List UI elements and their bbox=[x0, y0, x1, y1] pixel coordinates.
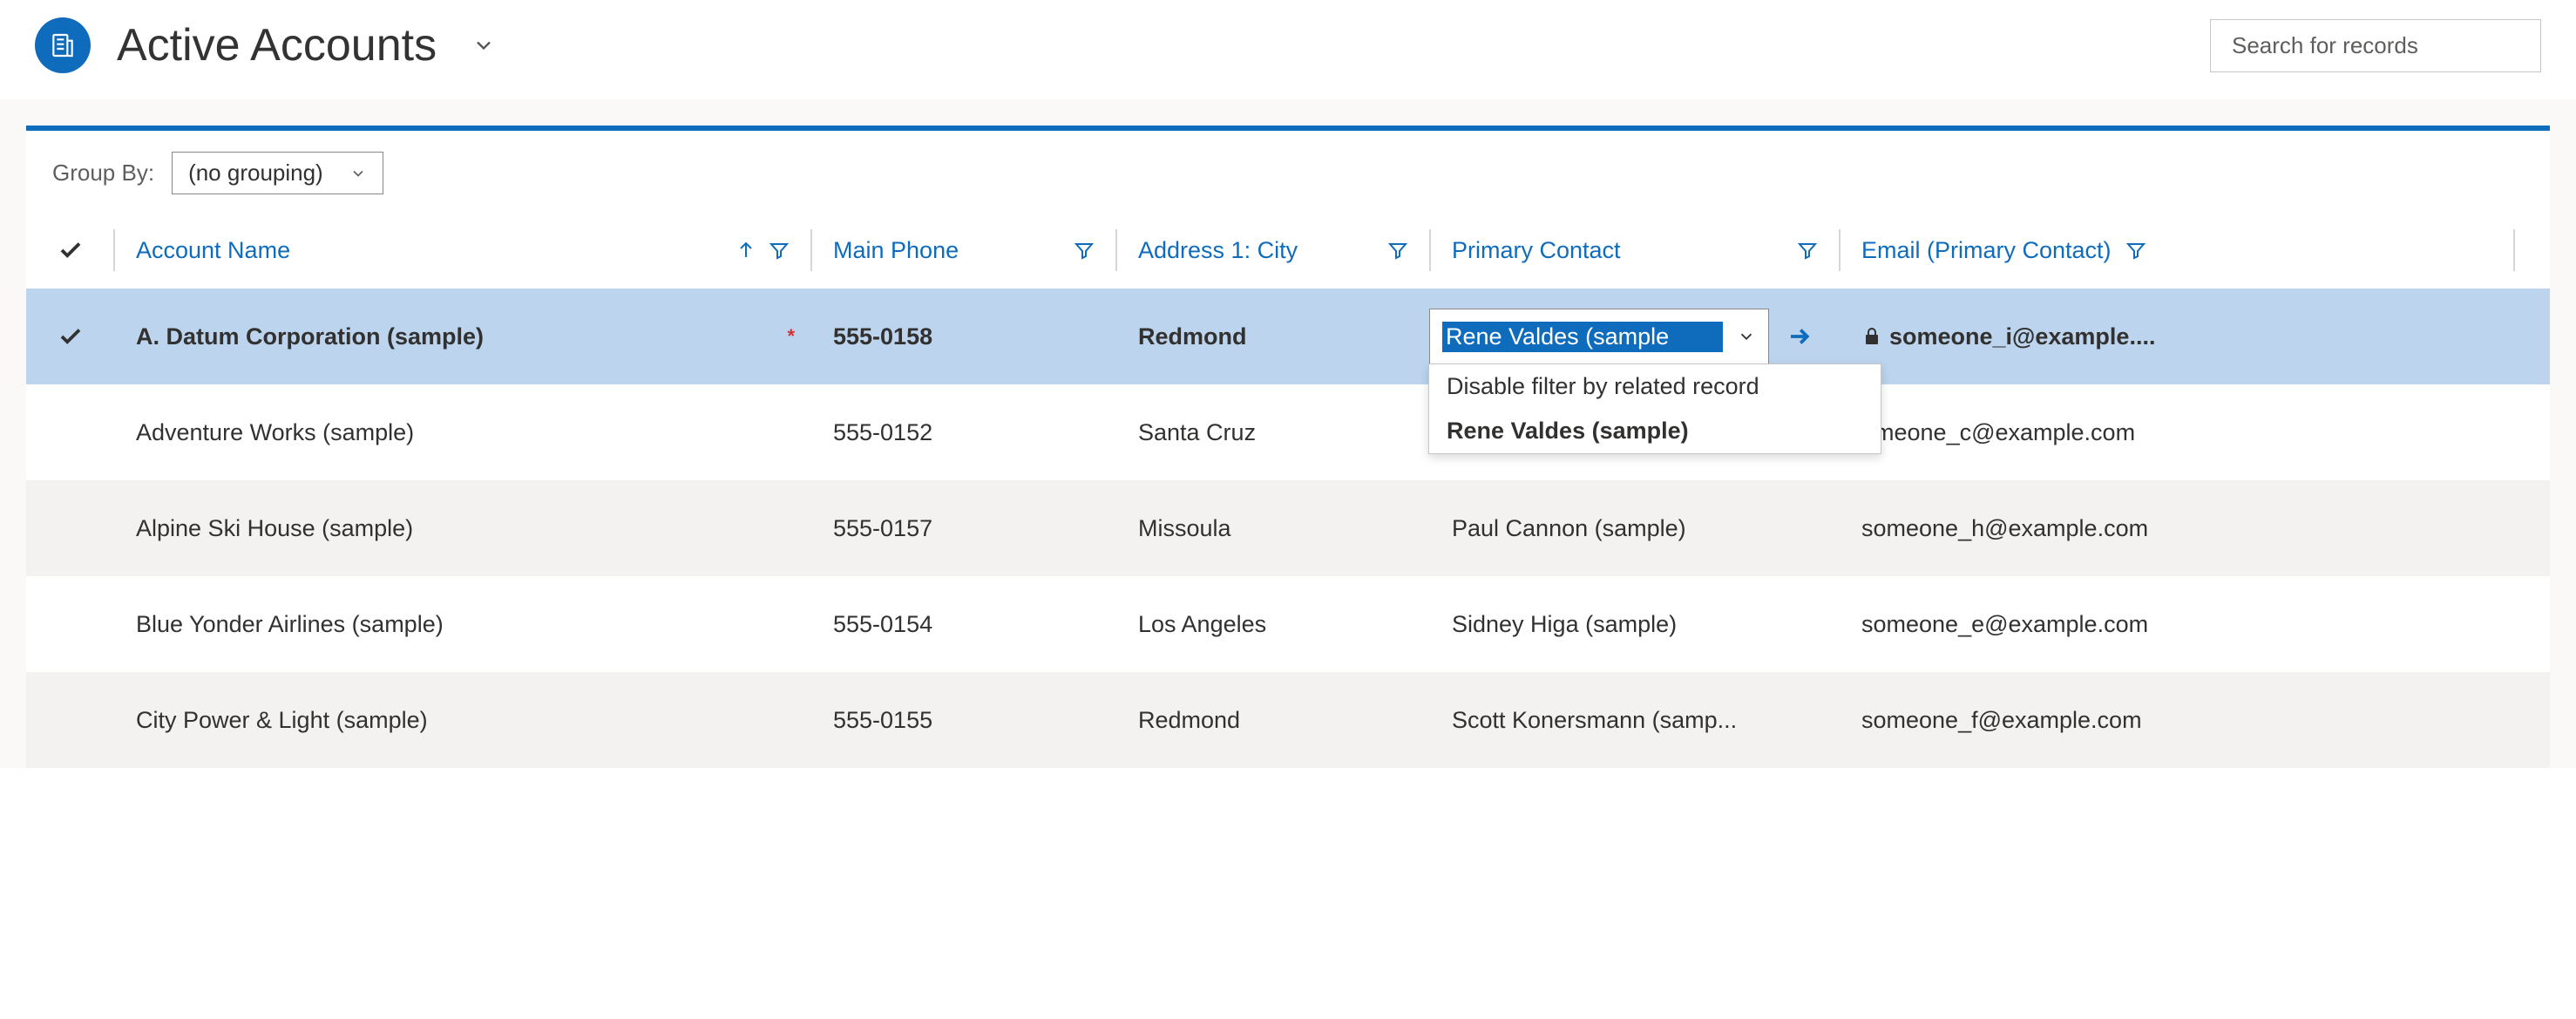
row-check-icon[interactable] bbox=[58, 323, 84, 350]
cell-phone: 555-0152 bbox=[833, 419, 932, 446]
column-header-email[interactable]: Email (Primary Contact) bbox=[1861, 237, 2112, 264]
search-input[interactable] bbox=[2210, 19, 2541, 72]
cell-name: A. Datum Corporation (sample) bbox=[136, 323, 484, 350]
filter-icon[interactable] bbox=[2125, 240, 2146, 261]
cell-contact: Sidney Higa (sample) bbox=[1452, 611, 1677, 638]
arrow-right-icon[interactable] bbox=[1786, 323, 1813, 350]
column-header-city[interactable]: Address 1: City bbox=[1138, 237, 1298, 264]
column-separator bbox=[113, 229, 115, 271]
table-row[interactable]: City Power & Light (sample) 555-0155 Red… bbox=[26, 672, 2550, 768]
sort-asc-icon[interactable] bbox=[736, 240, 756, 261]
lock-icon bbox=[1861, 326, 1882, 347]
cell-email: someone_i@example.... bbox=[1889, 323, 2155, 350]
group-by-value: (no grouping) bbox=[188, 160, 323, 187]
column-header-name[interactable]: Account Name bbox=[136, 237, 290, 264]
cell-email: omeone_c@example.com bbox=[1861, 419, 2135, 446]
entity-icon bbox=[35, 17, 91, 73]
cell-name: Blue Yonder Airlines (sample) bbox=[136, 611, 444, 638]
filter-icon[interactable] bbox=[769, 240, 790, 261]
cell-name: Alpine Ski House (sample) bbox=[136, 515, 413, 542]
cell-city: Redmond bbox=[1138, 323, 1247, 350]
grid-header-row: Account Name Main Phone Address 1: City bbox=[26, 221, 2550, 289]
page-title: Active Accounts bbox=[117, 19, 437, 71]
dropdown-disable-filter[interactable]: Disable filter by related record bbox=[1429, 364, 1881, 409]
chevron-down-icon[interactable] bbox=[1737, 327, 1756, 346]
group-by-bar: Group By: (no grouping) bbox=[26, 131, 2550, 221]
column-header-contact[interactable]: Primary Contact bbox=[1452, 237, 1621, 264]
required-star-icon: * bbox=[787, 325, 795, 348]
column-separator bbox=[1839, 229, 1840, 271]
cell-city: Los Angeles bbox=[1138, 611, 1266, 638]
column-separator bbox=[810, 229, 812, 271]
cell-email: someone_e@example.com bbox=[1861, 611, 2148, 638]
table-row[interactable]: Blue Yonder Airlines (sample) 555-0154 L… bbox=[26, 576, 2550, 672]
cell-name: Adventure Works (sample) bbox=[136, 419, 414, 446]
view-selector-chevron-icon[interactable] bbox=[471, 33, 496, 58]
cell-phone: 555-0158 bbox=[833, 323, 932, 350]
column-header-phone[interactable]: Main Phone bbox=[833, 237, 959, 264]
column-separator bbox=[1115, 229, 1117, 271]
filter-icon[interactable] bbox=[1074, 240, 1095, 261]
chevron-down-icon bbox=[349, 165, 367, 182]
primary-contact-lookup[interactable]: Rene Valdes (sample Disable filter by re… bbox=[1429, 309, 1769, 364]
lookup-selected-text: Rene Valdes (sample bbox=[1442, 322, 1723, 352]
lookup-dropdown: Disable filter by related record Rene Va… bbox=[1428, 363, 1881, 454]
column-separator bbox=[2513, 229, 2515, 271]
cell-city: Missoula bbox=[1138, 515, 1231, 542]
group-by-select[interactable]: (no grouping) bbox=[172, 152, 383, 194]
table-row[interactable]: Alpine Ski House (sample) 555-0157 Misso… bbox=[26, 480, 2550, 576]
cell-city: Redmond bbox=[1138, 707, 1240, 734]
content-area: Group By: (no grouping) Account Name bbox=[0, 99, 2576, 768]
column-separator bbox=[1429, 229, 1431, 271]
cell-phone: 555-0154 bbox=[833, 611, 932, 638]
cell-email: someone_f@example.com bbox=[1861, 707, 2142, 734]
group-by-label: Group By: bbox=[52, 160, 154, 187]
cell-email: someone_h@example.com bbox=[1861, 515, 2148, 542]
title-group: Active Accounts bbox=[35, 17, 496, 73]
table-row[interactable]: A. Datum Corporation (sample)* 555-0158 … bbox=[26, 289, 2550, 384]
table-row[interactable]: Adventure Works (sample) 555-0152 Santa … bbox=[26, 384, 2550, 480]
cell-name: City Power & Light (sample) bbox=[136, 707, 428, 734]
cell-contact: Paul Cannon (sample) bbox=[1452, 515, 1686, 542]
filter-icon[interactable] bbox=[1797, 240, 1818, 261]
cell-phone: 555-0155 bbox=[833, 707, 932, 734]
select-all-check-icon[interactable] bbox=[58, 237, 84, 263]
grid-panel: Group By: (no grouping) Account Name bbox=[26, 126, 2550, 768]
cell-phone: 555-0157 bbox=[833, 515, 932, 542]
cell-contact: Scott Konersmann (samp... bbox=[1452, 707, 1737, 734]
page-header: Active Accounts bbox=[0, 0, 2576, 99]
filter-icon[interactable] bbox=[1387, 240, 1408, 261]
dropdown-option[interactable]: Rene Valdes (sample) bbox=[1429, 409, 1881, 453]
cell-city: Santa Cruz bbox=[1138, 419, 1256, 446]
